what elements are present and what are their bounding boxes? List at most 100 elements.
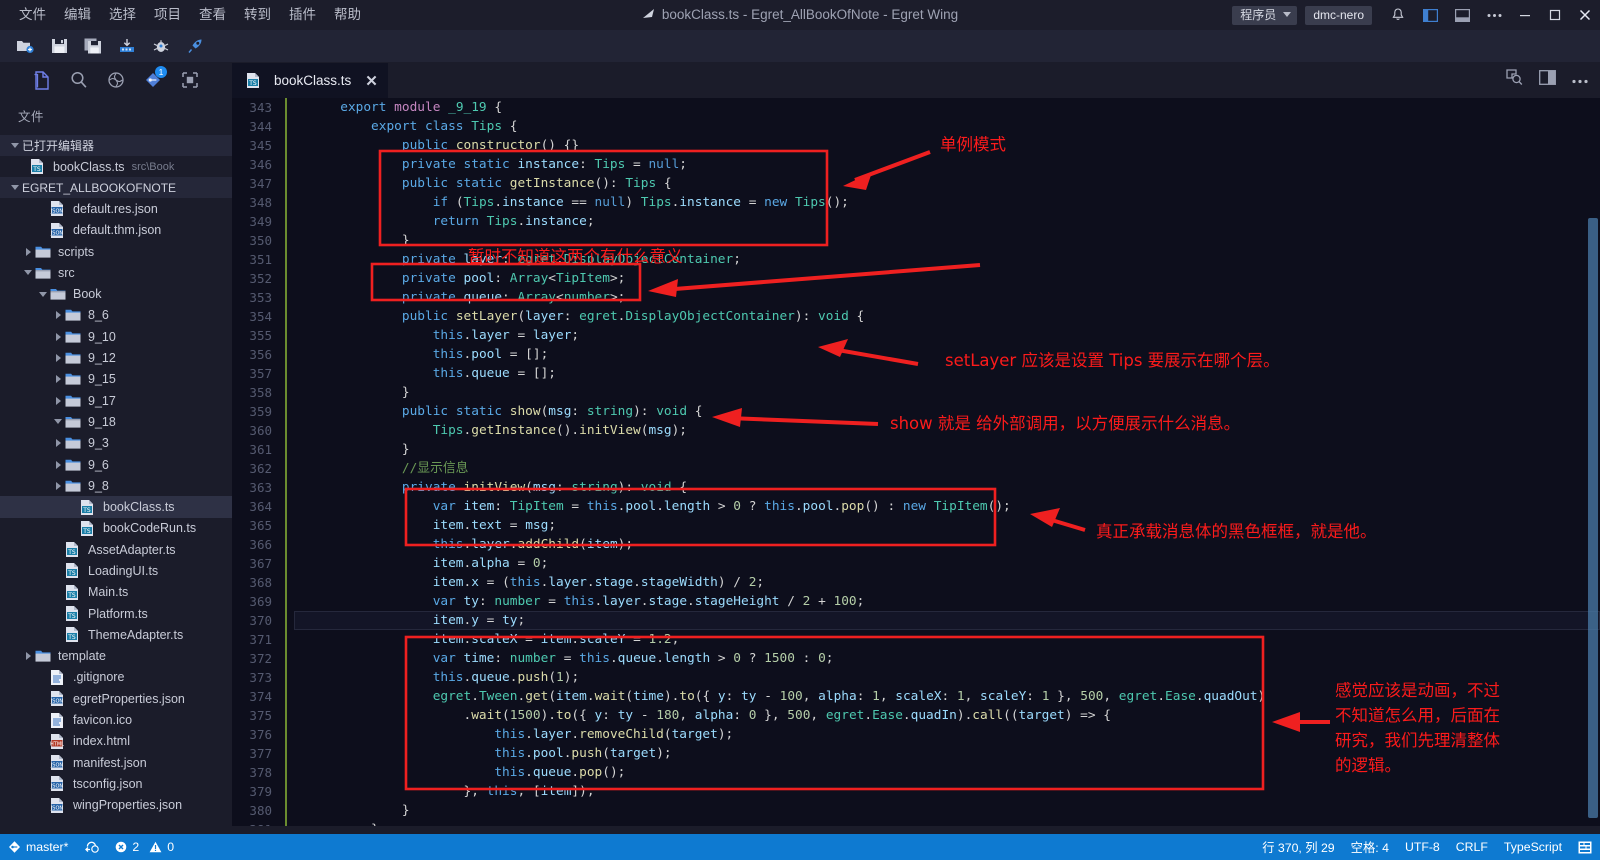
status-feedback[interactable] [1570, 834, 1600, 860]
tree-folder-row[interactable]: 9_12 [0, 347, 232, 368]
open-editors-section[interactable]: 已打开编辑器 [0, 135, 232, 156]
user-badge[interactable]: dmc-nero [1305, 5, 1372, 25]
menu-item-file[interactable]: 文件 [10, 0, 55, 30]
code-line[interactable]: private initView(msg: string): void { [294, 478, 1600, 497]
status-indentation[interactable]: 空格: 4 [1343, 834, 1397, 860]
code-line[interactable]: item.alpha = 0; [294, 554, 1600, 573]
status-sync[interactable] [76, 834, 107, 860]
save-icon[interactable] [42, 31, 76, 61]
chevron-down-icon[interactable] [36, 291, 50, 297]
tree-folder-row[interactable]: Book [0, 283, 232, 304]
tree-folder-row[interactable]: src [0, 262, 232, 283]
mode-selector[interactable]: 程序员 [1232, 5, 1298, 25]
panel-bottom-icon[interactable] [1446, 0, 1478, 30]
status-eol[interactable]: CRLF [1448, 834, 1496, 860]
publish-icon[interactable] [110, 31, 144, 61]
tree-folder-row[interactable]: 9_18 [0, 411, 232, 432]
code-line[interactable]: this.layer = layer; [294, 326, 1600, 345]
chevron-right-icon[interactable] [51, 332, 65, 341]
code-line[interactable]: item.x = (this.layer.stage.stageWidth) /… [294, 573, 1600, 592]
code-line[interactable]: } [294, 820, 1600, 826]
close-button[interactable] [1570, 0, 1600, 30]
tree-file-row[interactable]: HTML index.html [0, 731, 232, 752]
code-line[interactable]: } [294, 383, 1600, 402]
status-branch[interactable]: master* [0, 834, 76, 860]
status-problems[interactable]: 2 0 [107, 834, 182, 860]
debug-icon[interactable] [144, 31, 178, 61]
code-line[interactable]: var item: TipItem = this.pool.length > 0… [294, 497, 1600, 516]
code-line[interactable]: var ty: number = this.layer.stage.stageH… [294, 592, 1600, 611]
extensions-icon[interactable] [174, 65, 206, 95]
menu-item-goto[interactable]: 转到 [235, 0, 280, 30]
maximize-button[interactable] [1540, 0, 1570, 30]
scrollbar-thumb[interactable] [1588, 218, 1598, 818]
tree-folder-row[interactable]: scripts [0, 241, 232, 262]
preview-icon[interactable] [1506, 69, 1523, 91]
code-line[interactable]: return Tips.instance; [294, 212, 1600, 231]
code-line[interactable]: private pool: Array<TipItem>; [294, 269, 1600, 288]
code-line[interactable]: } [294, 801, 1600, 820]
tree-file-row[interactable]: TS Platform.ts [0, 603, 232, 624]
chevron-right-icon[interactable] [21, 247, 35, 256]
project-root-section[interactable]: EGRET_ALLBOOKOFNOTE [0, 177, 232, 199]
tree-folder-row[interactable]: 9_10 [0, 326, 232, 347]
tree-file-row[interactable]: JSON manifest.json [0, 752, 232, 773]
code-line[interactable]: } [294, 440, 1600, 459]
tree-file-row[interactable]: TS Main.ts [0, 582, 232, 603]
new-file-icon[interactable] [8, 31, 42, 61]
code-line[interactable]: public static getInstance(): Tips { [294, 174, 1600, 193]
code-line[interactable]: private static instance: Tips = null; [294, 155, 1600, 174]
code-line[interactable]: if (Tips.instance == null) Tips.instance… [294, 193, 1600, 212]
menu-item-project[interactable]: 项目 [145, 0, 190, 30]
chevron-right-icon[interactable] [51, 439, 65, 448]
tree-file-row[interactable]: favicon.ico [0, 709, 232, 730]
minimize-button[interactable] [1510, 0, 1540, 30]
more-actions-icon[interactable] [1572, 71, 1588, 89]
tree-file-row[interactable]: TS LoadingUI.ts [0, 560, 232, 581]
tree-file-row[interactable]: JSON tsconfig.json [0, 773, 232, 794]
panel-left-icon[interactable] [1414, 0, 1446, 30]
code-line[interactable]: public setLayer(layer: egret.DisplayObje… [294, 307, 1600, 326]
code-line[interactable]: //显示信息 [294, 459, 1600, 478]
menu-item-view[interactable]: 查看 [190, 0, 235, 30]
debug-icon[interactable] [100, 65, 132, 95]
tree-folder-row[interactable]: 9_6 [0, 454, 232, 475]
status-language-mode[interactable]: TypeScript [1496, 834, 1570, 860]
tree-folder-row[interactable]: 9_15 [0, 369, 232, 390]
code-line[interactable]: var time: number = this.queue.length > 0… [294, 649, 1600, 668]
tree-folder-row[interactable]: 9_3 [0, 433, 232, 454]
menu-item-select[interactable]: 选择 [100, 0, 145, 30]
code-line[interactable]: this.layer.addChild(item); [294, 535, 1600, 554]
folding-indicator-strip[interactable] [282, 98, 294, 826]
menu-item-help[interactable]: 帮助 [325, 0, 370, 30]
status-encoding[interactable]: UTF-8 [1397, 834, 1448, 860]
editor-vertical-scrollbar[interactable] [1586, 98, 1600, 826]
tree-folder-row[interactable]: 8_6 [0, 305, 232, 326]
chevron-right-icon[interactable] [51, 460, 65, 469]
source-control-icon[interactable]: 1 [137, 65, 169, 95]
code-line[interactable]: }, this, [item]); [294, 782, 1600, 801]
chevron-right-icon[interactable] [51, 311, 65, 320]
chevron-right-icon[interactable] [51, 396, 65, 405]
code-line[interactable]: export module _9_19 { [294, 98, 1600, 117]
tree-file-row[interactable]: TS AssetAdapter.ts [0, 539, 232, 560]
status-cursor-position[interactable]: 行 370, 列 29 [1254, 834, 1342, 860]
more-options-icon[interactable] [1478, 0, 1510, 30]
tree-file-row[interactable]: .gitignore [0, 667, 232, 688]
menu-item-edit[interactable]: 编辑 [55, 0, 100, 30]
split-editor-icon[interactable] [1539, 70, 1556, 90]
explorer-icon[interactable] [26, 65, 58, 95]
code-line[interactable]: item.scaleX = item.scaleY = 1.2; [294, 630, 1600, 649]
tree-folder-row[interactable]: template [0, 646, 232, 667]
tree-file-row[interactable]: JSON wingProperties.json [0, 795, 232, 816]
chevron-right-icon[interactable] [51, 354, 65, 363]
chevron-down-icon[interactable] [51, 419, 65, 425]
chevron-right-icon[interactable] [51, 481, 65, 490]
tree-folder-row[interactable]: 9_17 [0, 390, 232, 411]
save-all-icon[interactable] [76, 31, 110, 61]
tree-file-row[interactable]: TS ThemeAdapter.ts [0, 624, 232, 645]
close-icon[interactable]: ✕ [365, 72, 378, 90]
tree-file-row[interactable]: JSON default.res.json [0, 198, 232, 219]
open-editor-item-bookclass[interactable]: TS bookClass.ts src\Book [0, 156, 232, 177]
search-icon[interactable] [63, 65, 95, 95]
